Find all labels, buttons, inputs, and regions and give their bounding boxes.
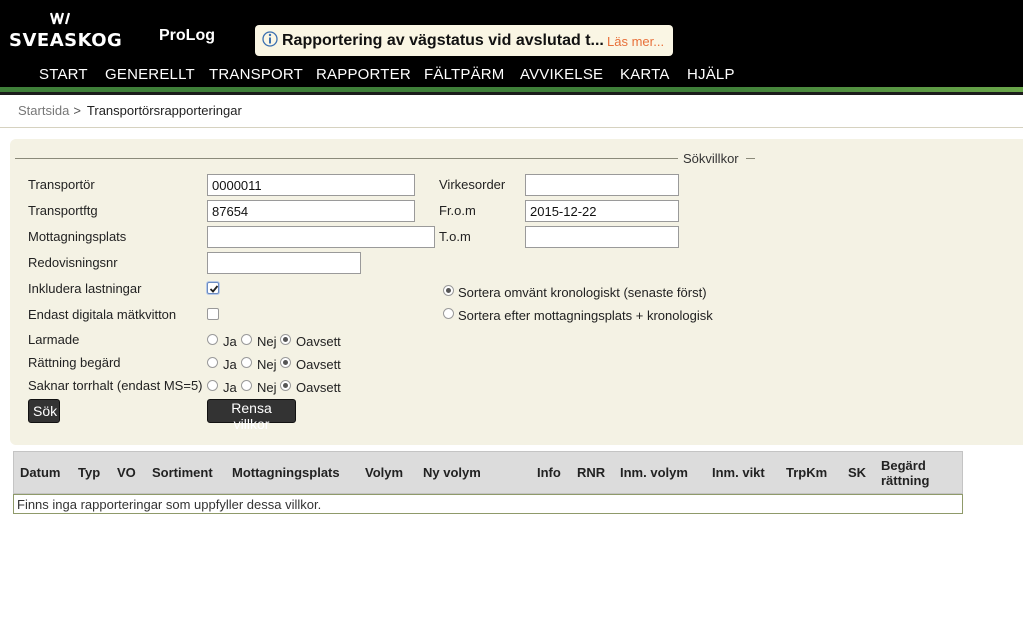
redovisningsnr-label: Redovisningsnr (28, 255, 118, 270)
mottagningsplats-label: Mottagningsplats (28, 229, 127, 244)
inkludera-lastningar-checkbox[interactable] (207, 282, 219, 294)
nav-avvikelse[interactable]: AVVIKELSE (520, 66, 603, 83)
larmade-ja-label: Ja (223, 334, 237, 349)
saknar-torrhalt-label: Saknar torrhalt (endast MS=5) (28, 378, 203, 393)
transportor-label: Transportör (28, 177, 95, 192)
larmade-label: Larmade (28, 332, 80, 347)
endast-digitala-label: Endast digitala mätkvitton (28, 307, 177, 322)
column-sk[interactable]: SK (848, 465, 866, 480)
logo-text: SVEASKOG (9, 30, 123, 51)
column-begard-line2[interactable]: rättning (881, 473, 929, 488)
sort-reverse-chronological-radio[interactable] (443, 285, 454, 296)
fieldset-legend: Sökvillkor (683, 151, 739, 166)
main-nav: START GENERELLT TRANSPORT RAPPORTER FÄLT… (0, 62, 1023, 87)
nav-hjalp[interactable]: HJÄLP (687, 66, 735, 83)
virkesorder-input[interactable] (525, 174, 679, 196)
sort-by-receiving-place-radio[interactable] (443, 308, 454, 319)
nav-transport[interactable]: TRANSPORT (209, 66, 303, 83)
rattning-nej-radio[interactable] (241, 357, 252, 368)
to-date-input[interactable] (525, 226, 679, 248)
rattning-begard-label: Rättning begärd (28, 355, 121, 370)
inkludera-lastningar-label: Inkludera lastningar (28, 281, 142, 296)
torrhalt-ja-label: Ja (223, 380, 237, 395)
mottagningsplats-input[interactable] (207, 226, 435, 248)
from-date-label: Fr.o.m (439, 203, 476, 218)
nav-start[interactable]: START (39, 66, 88, 83)
larmade-ja-radio[interactable] (207, 334, 218, 345)
from-date-input[interactable] (525, 200, 679, 222)
torrhalt-oavsett-radio[interactable] (280, 380, 291, 391)
torrhalt-nej-radio[interactable] (241, 380, 252, 391)
column-inm-volym[interactable]: Inm. volym (620, 465, 688, 480)
rattning-ja-radio[interactable] (207, 357, 218, 368)
breadcrumb: Startsida > Transportörsrapporteringar (18, 103, 242, 118)
larmade-nej-radio[interactable] (241, 334, 252, 345)
torrhalt-nej-label: Nej (257, 380, 277, 395)
fieldset-line-tail (746, 158, 755, 159)
top-header: SVEASKOG ProLog Rapportering av vägstatu… (0, 0, 1023, 62)
column-info[interactable]: Info (537, 465, 561, 480)
app-name: ProLog (159, 27, 215, 44)
column-rnr[interactable]: RNR (577, 465, 605, 480)
column-sortiment[interactable]: Sortiment (152, 465, 213, 480)
transportftg-input[interactable] (207, 200, 415, 222)
crown-icon (49, 12, 71, 25)
rattning-oavsett-radio[interactable] (280, 357, 291, 368)
nav-karta[interactable]: KARTA (620, 66, 670, 83)
breadcrumb-home-link[interactable]: Startsida (18, 103, 69, 118)
larmade-nej-label: Nej (257, 334, 277, 349)
sveaskog-logo[interactable]: SVEASKOG (9, 12, 122, 52)
column-typ[interactable]: Typ (78, 465, 100, 480)
nav-generellt[interactable]: GENERELLT (105, 66, 195, 83)
to-date-label: T.o.m (439, 229, 471, 244)
notice-title: Rapportering av vägstatus vid avslutad t… (282, 32, 604, 49)
breadcrumb-current: Transportörsrapporteringar (86, 103, 242, 118)
column-volym[interactable]: Volym (365, 465, 403, 480)
sort-by-receiving-place-label: Sortera efter mottagningsplats + kronolo… (458, 308, 713, 323)
column-begard-line1[interactable]: Begärd (881, 458, 926, 473)
torrhalt-oavsett-label: Oavsett (296, 380, 341, 395)
info-icon (262, 31, 278, 47)
clear-filters-button[interactable]: Rensa villkor (207, 399, 296, 432)
torrhalt-ja-radio[interactable] (207, 380, 218, 391)
empty-results-message: Finns inga rapporteringar som uppfyller … (17, 497, 322, 512)
virkesorder-label: Virkesorder (439, 177, 506, 192)
larmade-oavsett-radio[interactable] (280, 334, 291, 345)
rattning-ja-label: Ja (223, 357, 237, 372)
nav-rapporter[interactable]: RAPPORTER (316, 66, 411, 83)
breadcrumb-divider (0, 127, 1023, 128)
results-table-header: Datum Typ VO Sortiment Mottagningsplats … (13, 451, 963, 494)
brand-stripe-dark (0, 92, 1023, 95)
endast-digitala-checkbox[interactable] (207, 308, 219, 320)
read-more-link[interactable]: Läs mer... (607, 34, 664, 49)
larmade-oavsett-label: Oavsett (296, 334, 341, 349)
rattning-oavsett-label: Oavsett (296, 357, 341, 372)
column-inm-vikt[interactable]: Inm. vikt (712, 465, 765, 480)
transportftg-label: Transportftg (28, 203, 98, 218)
nav-faltparm[interactable]: FÄLTPÄRM (424, 66, 505, 83)
column-ny-volym[interactable]: Ny volym (423, 465, 481, 480)
checkmark-icon (209, 285, 219, 293)
fieldset-line (15, 158, 678, 159)
sort-reverse-chronological-label: Sortera omvänt kronologiskt (senaste för… (458, 285, 707, 300)
column-trpkm[interactable]: TrpKm (786, 465, 827, 480)
rattning-nej-label: Nej (257, 357, 277, 372)
column-vo[interactable]: VO (117, 465, 136, 480)
breadcrumb-separator: > (73, 103, 81, 118)
column-mottagningsplats[interactable]: Mottagningsplats (232, 465, 340, 480)
notice-banner[interactable]: Rapportering av vägstatus vid avslutad t… (255, 25, 673, 56)
column-datum[interactable]: Datum (20, 465, 60, 480)
search-button[interactable]: Sök (28, 399, 60, 423)
transportor-input[interactable] (207, 174, 415, 196)
results-table-body: Finns inga rapporteringar som uppfyller … (13, 494, 963, 514)
redovisningsnr-input[interactable] (207, 252, 361, 274)
